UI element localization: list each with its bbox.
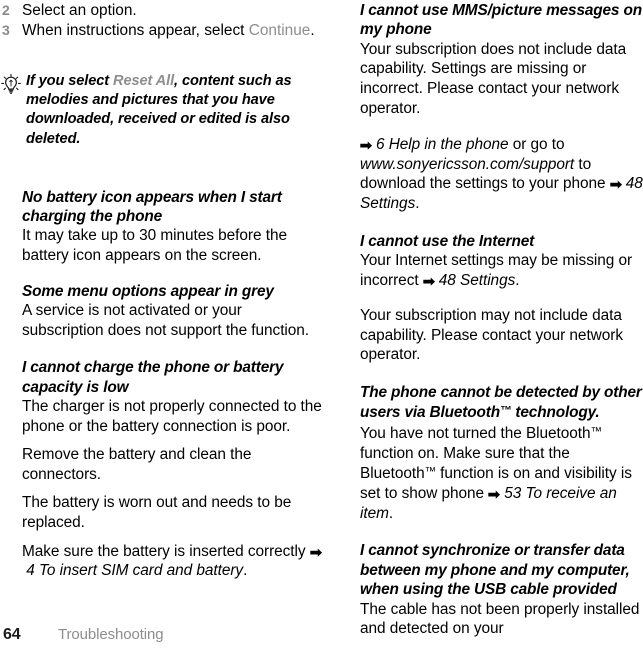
- trademark-icon: ™: [590, 425, 603, 438]
- page-footer: 64 Troubleshooting: [0, 622, 643, 644]
- heading-text-after: technology.: [511, 404, 600, 422]
- cross-reference-link[interactable]: 48 Settings: [439, 272, 516, 289]
- section-grey-menu-options: Some menu options appear in grey A servi…: [0, 282, 322, 341]
- arrow-right-icon: ➡: [488, 486, 501, 503]
- cross-reference-link[interactable]: 4 To insert SIM card and battery: [26, 562, 243, 579]
- document-page: 2 Select an option. 3 When instructions …: [0, 0, 643, 653]
- section-cannot-use-mms: I cannot use MMS/picture messages on my …: [360, 1, 643, 214]
- section-heading: No battery icon appears when I start cha…: [22, 188, 282, 225]
- cross-reference-link[interactable]: 6 Help in the phone: [376, 136, 509, 153]
- paragraph-text-before: Make sure the battery is inserted correc…: [22, 542, 310, 560]
- section-heading: I cannot use the Internet: [360, 232, 535, 250]
- section-paragraph-with-reference: You have not turned the Bluetooth™ funct…: [360, 423, 643, 523]
- paragraph-text-after: .: [243, 562, 248, 580]
- paragraph-text-after: .: [515, 271, 520, 289]
- paragraph-tail: .: [415, 194, 420, 212]
- step-number: 3: [2, 21, 10, 38]
- list-item: 3 When instructions appear, select Conti…: [0, 21, 322, 41]
- arrow-right-icon: ➡: [422, 272, 435, 289]
- paragraph-text-1: You have not turned the Bluetooth: [360, 425, 591, 443]
- section-paragraph-with-reference: Your Internet settings may be missing or…: [360, 251, 643, 290]
- running-head: Troubleshooting: [58, 626, 164, 643]
- step-number: 2: [2, 2, 10, 18]
- section-heading: Some menu options appear in grey: [22, 282, 274, 300]
- list-item: 2 Select an option.: [0, 1, 322, 21]
- section-paragraph: A service is not activated or your subsc…: [22, 301, 310, 339]
- section-heading: I cannot charge the phone or battery cap…: [22, 359, 284, 396]
- step-text: Select an option.: [22, 2, 137, 19]
- numbered-step-list: 2 Select an option. 3 When instructions …: [0, 1, 322, 40]
- arrow-right-icon: ➡: [609, 176, 622, 193]
- section-paragraph: Remove the battery and clean the connect…: [22, 446, 252, 483]
- section-paragraph-with-reference: Make sure the battery is inserted correc…: [22, 542, 322, 581]
- section-cannot-use-internet: I cannot use the Internet Your Internet …: [360, 232, 643, 365]
- section-no-battery-icon: No battery icon appears when I start cha…: [0, 188, 322, 266]
- section-heading: I cannot use MMS/picture messages on my …: [360, 2, 642, 39]
- step-text-before: When instructions appear, select: [22, 21, 249, 39]
- tip-text: If you select Reset All, content such as…: [26, 72, 322, 149]
- section-heading: I cannot synchronize or transfer data be…: [360, 542, 630, 599]
- step-emphasis-continue: Continue: [248, 21, 311, 39]
- section-paragraph: The charger is not properly connected to…: [22, 397, 322, 435]
- step-text-after: .: [310, 21, 315, 39]
- trademark-icon: ™: [424, 466, 437, 479]
- paragraph-tail: .: [388, 504, 394, 522]
- section-paragraph-with-reference: ➡ 6 Help in the phone or go to www.sonye…: [360, 135, 643, 213]
- tip-callout: If you select Reset All, content such as…: [0, 72, 322, 149]
- section-heading: The phone cannot be detected by other us…: [360, 383, 643, 423]
- section-paragraph: Your subscription may not include data c…: [360, 307, 623, 364]
- section-paragraph: Your subscription does not include data …: [360, 40, 627, 117]
- section-paragraph: It may take up to 30 minutes before the …: [22, 227, 287, 264]
- tip-text-before: If you select: [26, 72, 114, 89]
- tip-emphasis-reset-all: Reset All: [113, 72, 175, 89]
- section-bluetooth-not-detected: The phone cannot be detected by other us…: [360, 383, 643, 523]
- support-url-link[interactable]: www.sonyericsson.com/support: [360, 156, 574, 173]
- trademark-icon: ™: [499, 405, 512, 418]
- arrow-right-icon: ➡: [359, 137, 373, 154]
- lightbulb-icon: [0, 73, 22, 96]
- paragraph-mid-text: or go to: [508, 136, 565, 154]
- section-paragraph: The battery is worn out and needs to be …: [22, 494, 292, 531]
- arrow-right-icon: ➡: [309, 543, 322, 560]
- section-cannot-charge: I cannot charge the phone or battery cap…: [0, 358, 322, 581]
- step-text: When instructions appear, select Continu…: [22, 22, 315, 39]
- page-number: 64: [3, 626, 21, 643]
